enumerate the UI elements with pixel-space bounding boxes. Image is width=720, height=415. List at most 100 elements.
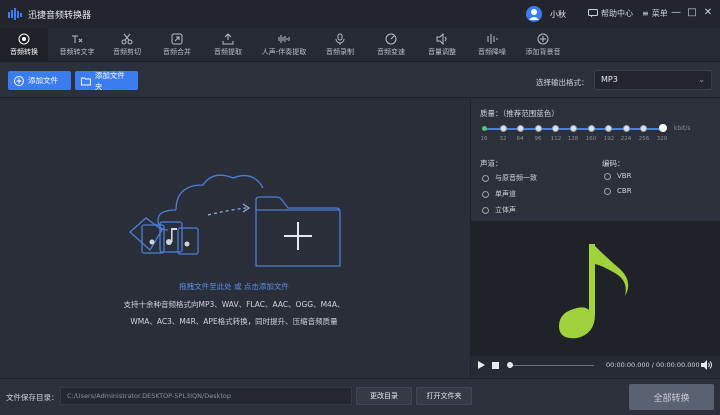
tab-volume-adjust[interactable]: 音量调整 (420, 28, 464, 62)
output-dir-field[interactable]: C:/Users/Administrator.DESKTOP-5PL3IQN/D… (60, 387, 352, 405)
quality-tick: 16 (480, 136, 488, 142)
playback-knob[interactable] (507, 362, 513, 368)
tab-vocal-extract[interactable]: 人声-伴奏提取 (255, 28, 313, 62)
help-center-label: 帮助中心 (601, 9, 633, 18)
channel-option-label: 与原音频一致 (495, 174, 537, 182)
close-button[interactable]: ✕ (702, 7, 714, 19)
tab-label: 人声-伴奏提取 (261, 48, 307, 56)
tab-label: 音频变速 (377, 48, 405, 56)
vocal-icon (278, 35, 290, 43)
merge-icon (171, 33, 183, 45)
tab-audio-speed[interactable]: 音频变速 (369, 28, 413, 62)
add-file-label: 添加文件 (28, 76, 58, 85)
quality-slider-stop[interactable] (605, 125, 612, 132)
encoding-option-label: CBR (617, 187, 632, 195)
user-icon (529, 9, 539, 20)
channel-option-mono[interactable]: 单声道 (482, 189, 516, 199)
stop-icon[interactable] (492, 362, 499, 369)
tab-label: 添加背景音 (525, 48, 561, 56)
playback-progress[interactable] (507, 365, 594, 366)
tab-label: 音频转文字 (59, 48, 95, 56)
add-folder-label: 添加文件夹 (94, 70, 125, 91)
tab-add-background-music[interactable]: 添加背景音 (519, 28, 567, 62)
encoding-option-cbr[interactable]: CBR (604, 187, 632, 195)
tab-label: 音频降噪 (478, 48, 506, 56)
minimize-button[interactable]: — (670, 7, 682, 19)
radio-circle (482, 190, 489, 198)
feature-tabs: 音频转换 音频转文字 音频剪切 音频合并 音频提取 人声-伴奏提取 音频录制 音… (0, 28, 720, 62)
folder-icon (81, 77, 91, 85)
tab-audio-extract[interactable]: 音频提取 (206, 28, 250, 62)
tab-audio-merge[interactable]: 音频合并 (155, 28, 199, 62)
quality-slider-stop[interactable] (500, 125, 507, 132)
encoding-option-vbr[interactable]: VBR (604, 172, 631, 180)
convert-all-button[interactable]: 全部转换 (629, 384, 714, 410)
username[interactable]: 小秋 (550, 9, 566, 20)
channel-option-stereo[interactable]: 立体声 (482, 205, 516, 215)
tab-audio-denoise[interactable]: 音频降噪 (470, 28, 514, 62)
output-format-value: MP3 (601, 75, 618, 84)
plus-circle-icon (14, 75, 24, 86)
quality-slider-stop[interactable] (588, 125, 595, 132)
menu-label: 菜单 (651, 9, 668, 18)
quality-label: 质量：（推荐范围蓝色） (480, 109, 559, 118)
radio-circle (482, 206, 489, 214)
maximize-button[interactable]: □ (686, 7, 698, 19)
quality-slider-start (482, 126, 487, 131)
play-icon[interactable] (478, 361, 485, 369)
speed-icon (385, 33, 397, 45)
denoise-icon (487, 34, 498, 44)
radio-circle (604, 187, 611, 195)
quality-tick: 224 (620, 136, 632, 142)
playback-time: 00:00:00.000 / 00:00:00.000 (606, 361, 700, 369)
channel-option-original[interactable]: 与原音频一致 (482, 173, 537, 183)
hamburger-icon: ≡ (642, 9, 649, 18)
quality-slider-stop[interactable] (640, 125, 647, 132)
tab-audio-convert[interactable]: 音频转换 (0, 28, 48, 62)
tab-label: 音频提取 (214, 48, 242, 56)
tab-label: 音频合并 (163, 48, 191, 56)
output-format-label: 选择输出格式： (536, 78, 589, 87)
add-file-button[interactable]: 添加文件 (8, 71, 71, 90)
menu-button[interactable]: ≡ 菜单 (642, 8, 668, 19)
quality-tick: 320 (656, 136, 668, 142)
app-title: 迅捷音频转换器 (28, 11, 92, 21)
quality-slider-stop[interactable] (552, 125, 559, 132)
change-dir-button[interactable]: 更改目录 (356, 387, 412, 405)
quality-slider-stop[interactable] (517, 125, 524, 132)
avatar[interactable] (526, 6, 542, 22)
quality-unit: kbit/s (674, 125, 691, 132)
channel-label: 声道： (480, 159, 503, 168)
output-dir-label: 文件保存目录： (6, 393, 59, 402)
quality-slider-stop[interactable] (570, 125, 577, 132)
chevron-down-icon: ⌄ (698, 75, 705, 84)
tab-label: 音频转换 (10, 48, 38, 56)
app-logo-icon (8, 8, 22, 20)
drop-files-illustration-icon (129, 174, 341, 267)
open-folder-button[interactable]: 打开文件夹 (416, 387, 472, 405)
quality-tick: 160 (585, 136, 597, 142)
encoding-label: 编码： (602, 159, 625, 168)
channel-option-label: 单声道 (495, 190, 516, 198)
help-center-button[interactable]: 帮助中心 (588, 8, 633, 19)
quality-tick: 64 (516, 136, 524, 142)
tab-speech-to-text[interactable]: 音频转文字 (52, 28, 102, 62)
quality-slider-handle[interactable] (659, 124, 667, 132)
tab-audio-record[interactable]: 音频录制 (318, 28, 362, 62)
drop-hint-link[interactable]: 拖拽文件至此处 或 点击添加文件 (0, 281, 468, 292)
speaker-icon[interactable] (700, 360, 712, 370)
quality-slider-stop[interactable] (623, 125, 630, 132)
radio-circle (604, 172, 611, 180)
title-bar: 迅捷音频转换器 小秋 帮助中心 ≡ 菜单 — □ ✕ (0, 0, 720, 28)
extract-icon (222, 33, 234, 45)
quality-slider-stop[interactable] (535, 125, 542, 132)
speech-to-text-icon (72, 35, 83, 43)
quality-tick: 128 (567, 136, 579, 142)
radio-circle (482, 174, 489, 182)
tab-audio-cut[interactable]: 音频剪切 (106, 28, 148, 62)
output-format-select[interactable]: MP3 ⌄ (594, 70, 712, 90)
music-note-icon (559, 244, 629, 339)
chat-icon (588, 9, 598, 18)
add-folder-button[interactable]: 添加文件夹 (75, 70, 138, 91)
channel-option-label: 立体声 (495, 206, 516, 214)
